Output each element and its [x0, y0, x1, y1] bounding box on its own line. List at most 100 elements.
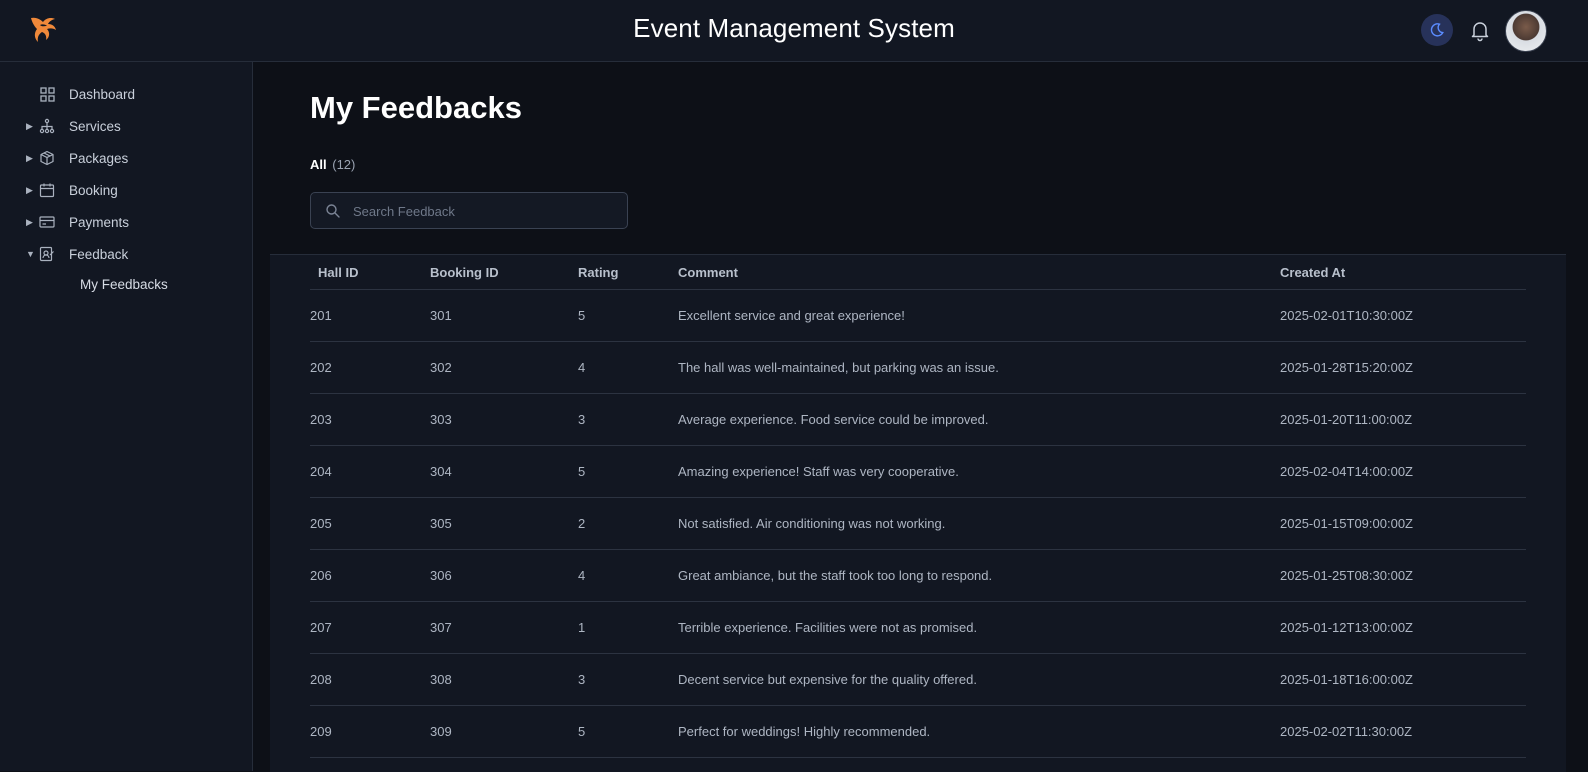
caret-down-icon: ▼	[26, 249, 35, 259]
top-header: Event Management System	[0, 0, 1588, 62]
rating-cell: 5	[578, 289, 678, 342]
feedback-table-panel: Hall ID Booking ID Rating Comment Create…	[270, 254, 1566, 772]
rating-cell: 3	[578, 653, 678, 706]
table-header-row: Hall ID Booking ID Rating Comment Create…	[310, 255, 1526, 290]
table-row[interactable]: 209 309 5 Perfect for weddings! Highly reco…	[310, 705, 1526, 758]
column-header-hall-id[interactable]: Hall ID	[310, 255, 430, 290]
sidebar-item-label: Payments	[69, 214, 130, 230]
comment-cell: Terrible experience. Facilities were not…	[678, 601, 1280, 654]
table-row[interactable]: 205 305 2 Not satisfied. Air conditioning w…	[310, 497, 1526, 550]
hall-id-cell: 209	[310, 705, 430, 758]
rating-cell: 4	[578, 341, 678, 394]
created-at-cell: 2025-01-15T09:00:00Z	[1280, 497, 1526, 550]
sidebar-item-dashboard[interactable]: Dashboard	[26, 83, 135, 105]
sidebar-item-booking[interactable]: ▶ Booking	[26, 179, 118, 201]
rating-cell: 5	[578, 705, 678, 758]
rating-cell: 3	[578, 393, 678, 446]
booking-id-cell: 306	[430, 549, 578, 602]
app-title: Event Management System	[633, 13, 955, 43]
column-header-comment[interactable]: Comment	[678, 255, 1280, 290]
sidebar-item-label: Packages	[69, 150, 129, 166]
created-at-cell: 2025-01-28T15:20:00Z	[1280, 341, 1526, 394]
notification-bell-icon[interactable]	[1468, 18, 1492, 42]
created-at-cell: 2025-02-04T14:00:00Z	[1280, 445, 1526, 498]
booking-id-cell: 303	[430, 393, 578, 446]
comment-cell: Average experience. Food service could b…	[678, 393, 1280, 446]
feedback-icon	[38, 245, 56, 263]
hall-id-cell: 202	[310, 341, 430, 394]
rating-cell: 2	[578, 497, 678, 550]
comment-cell: The hall was well-maintained, but parkin…	[678, 341, 1280, 394]
comment-cell: Great ambiance, but the staff took too l…	[678, 549, 1280, 602]
grid-icon	[38, 85, 56, 103]
sidebar-item-label: Feedback	[69, 246, 129, 262]
booking-id-cell: 302	[430, 341, 578, 394]
box-icon	[38, 149, 56, 167]
comment-cell: Perfect for weddings! Highly recommended…	[678, 705, 1280, 758]
rating-cell: 5	[578, 445, 678, 498]
user-avatar[interactable]	[1505, 10, 1547, 52]
table-row[interactable]: 208 308 3 Decent service but expensive for …	[310, 653, 1526, 706]
rating-cell: 4	[578, 549, 678, 602]
table-row[interactable]: 201 301 5 Excellent service and great exper…	[310, 289, 1526, 342]
comment-cell: Amazing experience! Staff was very coope…	[678, 445, 1280, 498]
sidebar-item-payments[interactable]: ▶ Payments	[26, 211, 129, 233]
caret-right-icon: ▶	[26, 152, 33, 163]
filter-tab-all[interactable]: All (12)	[310, 157, 355, 172]
calendar-icon	[38, 181, 56, 199]
table-row[interactable]: 203 303 3 Average experience. Food service …	[310, 393, 1526, 446]
created-at-cell: 2025-01-18T16:00:00Z	[1280, 653, 1526, 706]
column-header-booking-id[interactable]: Booking ID	[430, 255, 578, 290]
hall-id-cell: 204	[310, 445, 430, 498]
caret-right-icon: ▶	[26, 184, 33, 195]
filter-count: (12)	[332, 157, 356, 172]
credit-card-icon	[38, 213, 56, 231]
column-header-rating[interactable]: Rating	[578, 255, 678, 290]
search-icon	[326, 204, 340, 218]
caret-right-icon: ▶	[26, 120, 33, 131]
booking-id-cell: 309	[430, 705, 578, 758]
table-row[interactable]: 204 304 5 Amazing experience! Staff was ver…	[310, 445, 1526, 498]
booking-id-cell: 307	[430, 601, 578, 654]
sidebar-item-feedback[interactable]: ▼ Feedback	[26, 243, 128, 265]
sitemap-icon	[38, 117, 56, 135]
created-at-cell: 2025-02-02T11:30:00Z	[1280, 705, 1526, 758]
table-row[interactable]: 206 306 4 Great ambiance, but the staff too…	[310, 549, 1526, 602]
table-row[interactable]: 207 307 1 Terrible experience. Facilities w…	[310, 601, 1526, 654]
comment-cell: Decent service but expensive for the qua…	[678, 653, 1280, 706]
booking-id-cell: 304	[430, 445, 578, 498]
moon-icon	[1430, 23, 1444, 37]
created-at-cell: 2025-02-01T10:30:00Z	[1280, 289, 1526, 342]
booking-id-cell: 301	[430, 289, 578, 342]
feedback-table: Hall ID Booking ID Rating Comment Create…	[310, 255, 1526, 758]
created-at-cell: 2025-01-25T08:30:00Z	[1280, 549, 1526, 602]
rating-cell: 1	[578, 601, 678, 654]
hall-id-cell: 203	[310, 393, 430, 446]
hall-id-cell: 201	[310, 289, 430, 342]
hall-id-cell: 207	[310, 601, 430, 654]
filter-label: All	[310, 157, 327, 172]
hall-id-cell: 205	[310, 497, 430, 550]
caret-right-icon: ▶	[26, 216, 33, 227]
sidebar-item-label: Dashboard	[69, 86, 136, 102]
sidebar-item-packages[interactable]: ▶ Packages	[26, 147, 128, 169]
search-input[interactable]	[351, 193, 625, 230]
theme-toggle-button[interactable]	[1421, 14, 1453, 46]
booking-id-cell: 305	[430, 497, 578, 550]
hall-id-cell: 206	[310, 549, 430, 602]
table-row[interactable]: 202 302 4 The hall was well-maintained, but…	[310, 341, 1526, 394]
comment-cell: Not satisfied. Air conditioning was not …	[678, 497, 1280, 550]
comment-cell: Excellent service and great experience!	[678, 289, 1280, 342]
sidebar-item-label: Services	[69, 118, 121, 134]
sidebar-item-services[interactable]: ▶ Services	[26, 115, 121, 137]
booking-id-cell: 308	[430, 653, 578, 706]
created-at-cell: 2025-01-12T13:00:00Z	[1280, 601, 1526, 654]
sidebar: Dashboard ▶ Services ▶ Packages ▶ Bookin…	[0, 62, 253, 771]
column-header-created-at[interactable]: Created At	[1280, 255, 1526, 290]
created-at-cell: 2025-01-20T11:00:00Z	[1280, 393, 1526, 446]
sidebar-item-label: Booking	[69, 182, 118, 198]
sidebar-subitem-my-feedbacks[interactable]: My Feedbacks	[80, 277, 168, 292]
page-title: My Feedbacks	[310, 90, 522, 125]
search-box[interactable]	[310, 192, 628, 230]
hall-id-cell: 208	[310, 653, 430, 706]
